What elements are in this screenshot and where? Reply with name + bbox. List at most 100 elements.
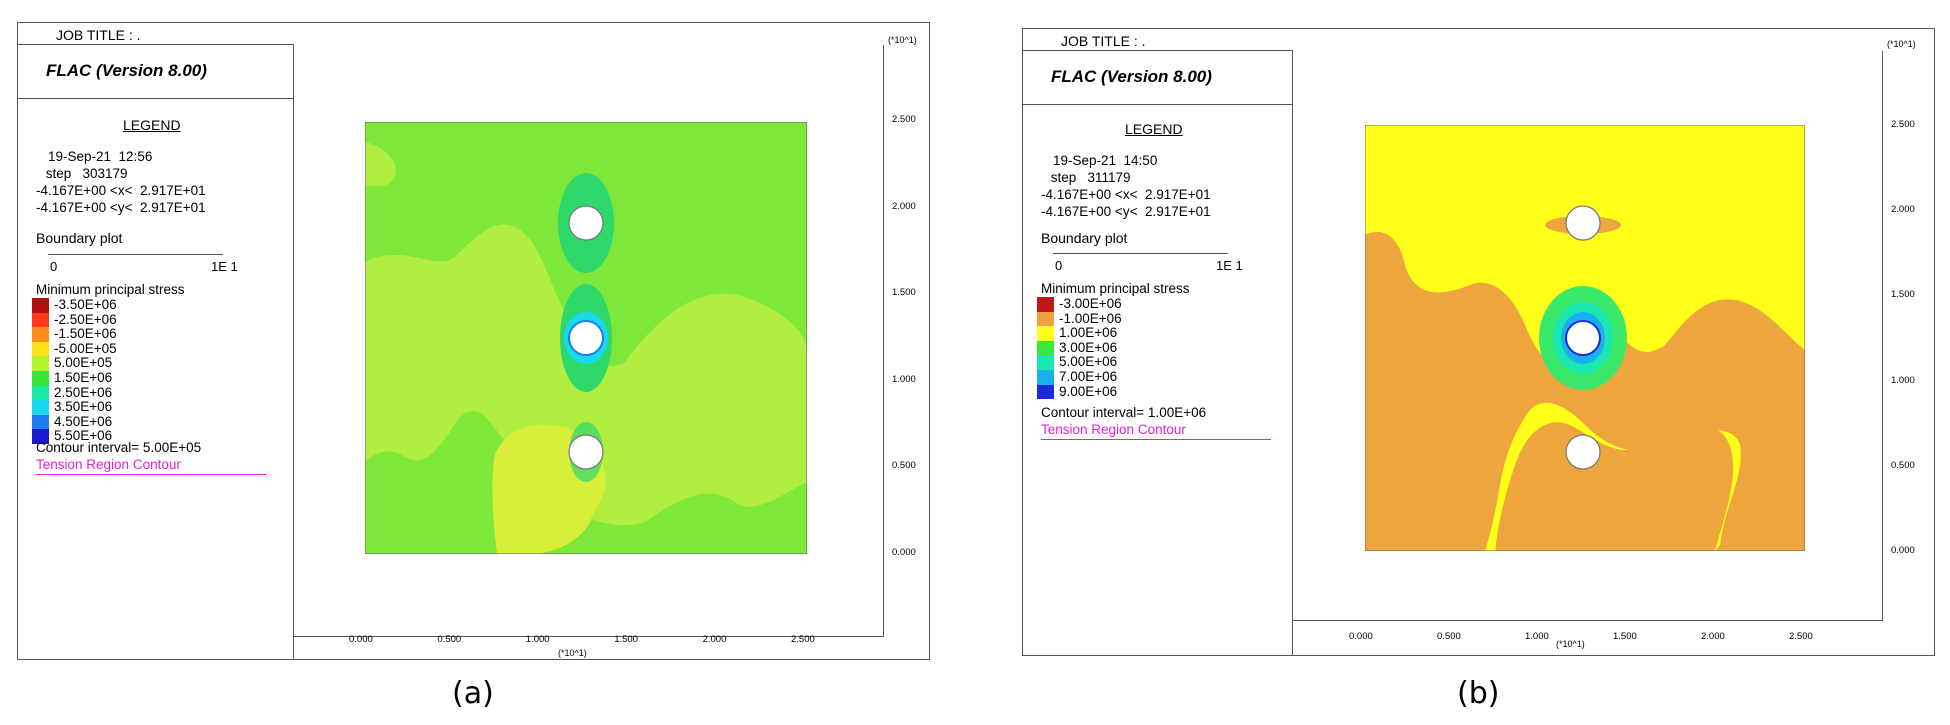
legend-date: 19-Sep-21 12:56 [48, 149, 153, 164]
scale-left-label: 0 [1055, 258, 1063, 273]
legend-y-range: -4.167E+00 <y< 2.917E+01 [1041, 204, 1211, 219]
x-tick-label: 0.500 [1437, 631, 1461, 642]
x-tick-label: 2.000 [702, 634, 727, 645]
scale-left-label: 0 [50, 259, 58, 274]
x-tick-label: 0.000 [1349, 631, 1373, 642]
stress-level-swatch [32, 414, 49, 430]
tunnel-hole-top [568, 205, 604, 241]
stress-legend-title: Minimum principal stress [36, 282, 185, 297]
stress-level-label: 7.00E+06 [1059, 369, 1118, 384]
stress-level-swatch [1037, 370, 1054, 385]
job-title: JOB TITLE : . [18, 23, 294, 45]
stress-level-swatch [32, 385, 49, 401]
stress-level-swatch [1037, 326, 1054, 341]
y-tick-label: 2.500 [892, 114, 916, 125]
legend-step: step 303179 [42, 166, 128, 181]
stress-level-label: 5.00E+05 [54, 355, 113, 371]
caption-a: (a) [452, 676, 494, 711]
legend-x-range: -4.167E+00 <x< 2.917E+01 [36, 183, 206, 198]
legend-title: LEGEND [1125, 121, 1183, 137]
stress-level-swatch [32, 312, 49, 328]
job-title: JOB TITLE : . [1023, 29, 1293, 51]
x-tick-label: 0.000 [349, 634, 373, 645]
stress-level-label: 9.00E+06 [1059, 383, 1118, 399]
x-tick-label: 0.500 [437, 634, 462, 645]
app-title: FLAC (Version 8.00) [18, 45, 293, 99]
legend-panel: FLAC (Version 8.00) LEGEND 19-Sep-21 14:… [1023, 51, 1293, 655]
stress-contour-plot [1365, 125, 1805, 551]
stress-level-swatch [32, 341, 49, 357]
y-axis-unit: (*10^1) [888, 35, 917, 45]
legend-date: 19-Sep-21 14:50 [1053, 153, 1158, 168]
stress-level-swatch [1037, 297, 1054, 312]
stress-legend-title: Minimum principal stress [1041, 281, 1190, 296]
y-tick-label: 0.500 [1891, 459, 1915, 471]
y-axis-unit: (*10^1) [1887, 39, 1916, 49]
scale-right-label: 1E 1 [1216, 258, 1243, 273]
x-tick-label: 2.500 [1789, 631, 1813, 642]
y-tick-label: 1.500 [892, 287, 916, 299]
stress-contour-plot [365, 122, 807, 554]
stress-level-label: 3.50E+06 [54, 399, 113, 415]
tension-region-label: Tension Region Contour [36, 457, 266, 475]
stress-level-label: 5.00E+06 [1059, 354, 1118, 370]
stress-level-label: 4.50E+06 [54, 413, 113, 429]
stress-level-label: -3.00E+06 [1059, 296, 1122, 311]
x-tick-label: 1.500 [614, 634, 638, 645]
x-axis-unit: (*10^1) [1556, 639, 1585, 649]
y-tick-label: 2.000 [1891, 204, 1915, 216]
tension-region-label: Tension Region Contour [1041, 422, 1271, 440]
x-tick-label: 1.000 [1525, 631, 1549, 642]
stress-level-label: -1.00E+06 [1059, 310, 1122, 326]
tunnel-hole-bottom [568, 434, 604, 470]
y-tick-label: 0.000 [1891, 545, 1915, 556]
x-tick-label: 2.500 [791, 634, 815, 645]
boundary-plot-label: Boundary plot [1041, 230, 1128, 246]
legend-title: LEGEND [123, 117, 181, 133]
stress-level-label: -1.50E+06 [54, 326, 117, 342]
tunnel-hole-mid [568, 320, 604, 356]
tunnel-hole-top [1565, 205, 1601, 241]
app-title: FLAC (Version 8.00) [1023, 51, 1292, 105]
stress-level-label: 1.00E+06 [1059, 325, 1118, 341]
x-axis-unit: (*10^1) [558, 648, 587, 658]
contour-interval: Contour interval= 1.00E+06 [1041, 405, 1207, 420]
stress-level-swatch [1037, 311, 1054, 327]
scale-bar [48, 246, 223, 255]
y-tick-label: 1.000 [1891, 374, 1915, 386]
y-tick-label: 0.000 [892, 547, 916, 558]
stress-level-swatch [32, 371, 49, 386]
tunnel-hole-mid [1565, 320, 1601, 356]
stress-level-label: 3.00E+06 [1059, 339, 1118, 355]
y-tick-label: 2.000 [892, 200, 916, 212]
stress-level-swatch [1037, 384, 1054, 400]
legend-x-range: -4.167E+00 <x< 2.917E+01 [1041, 187, 1211, 202]
flac-plot-b: JOB TITLE : . FLAC (Version 8.00) LEGEND… [1022, 28, 1935, 656]
legend-y-range: -4.167E+00 <y< 2.917E+01 [36, 200, 206, 215]
stress-level-label: 2.50E+06 [54, 384, 113, 400]
contour-interval: Contour interval= 5.00E+05 [36, 440, 202, 455]
stress-level-label: -3.50E+06 [54, 297, 117, 312]
scale-right-label: 1E 1 [211, 259, 238, 274]
stress-level-swatch [1037, 355, 1054, 370]
tunnel-hole-bottom [1565, 434, 1601, 470]
x-tick-label: 1.500 [1613, 631, 1637, 642]
boundary-plot-label: Boundary plot [36, 230, 123, 246]
x-tick-label: 1.000 [525, 634, 550, 645]
y-tick-label: 1.500 [1891, 289, 1915, 301]
stress-level-swatch [32, 400, 49, 415]
legend-step: step 311179 [1047, 170, 1131, 185]
legend-panel: FLAC (Version 8.00) LEGEND 19-Sep-21 12:… [18, 45, 294, 659]
stress-level-swatch [1037, 340, 1054, 356]
y-tick-label: 2.500 [1891, 119, 1915, 130]
stress-level-swatch [32, 298, 49, 313]
x-tick-label: 2.000 [1701, 631, 1725, 642]
y-tick-label: 1.000 [892, 373, 916, 385]
flac-plot-a: JOB TITLE : . FLAC (Version 8.00) LEGEND… [17, 22, 930, 660]
stress-level-label: 1.50E+06 [54, 370, 113, 385]
caption-b: (b) [1457, 676, 1500, 711]
stress-level-label: -2.50E+06 [54, 311, 117, 327]
stress-level-swatch [32, 356, 49, 371]
stress-level-label: -5.00E+05 [54, 340, 117, 356]
y-tick-label: 0.500 [892, 460, 916, 472]
